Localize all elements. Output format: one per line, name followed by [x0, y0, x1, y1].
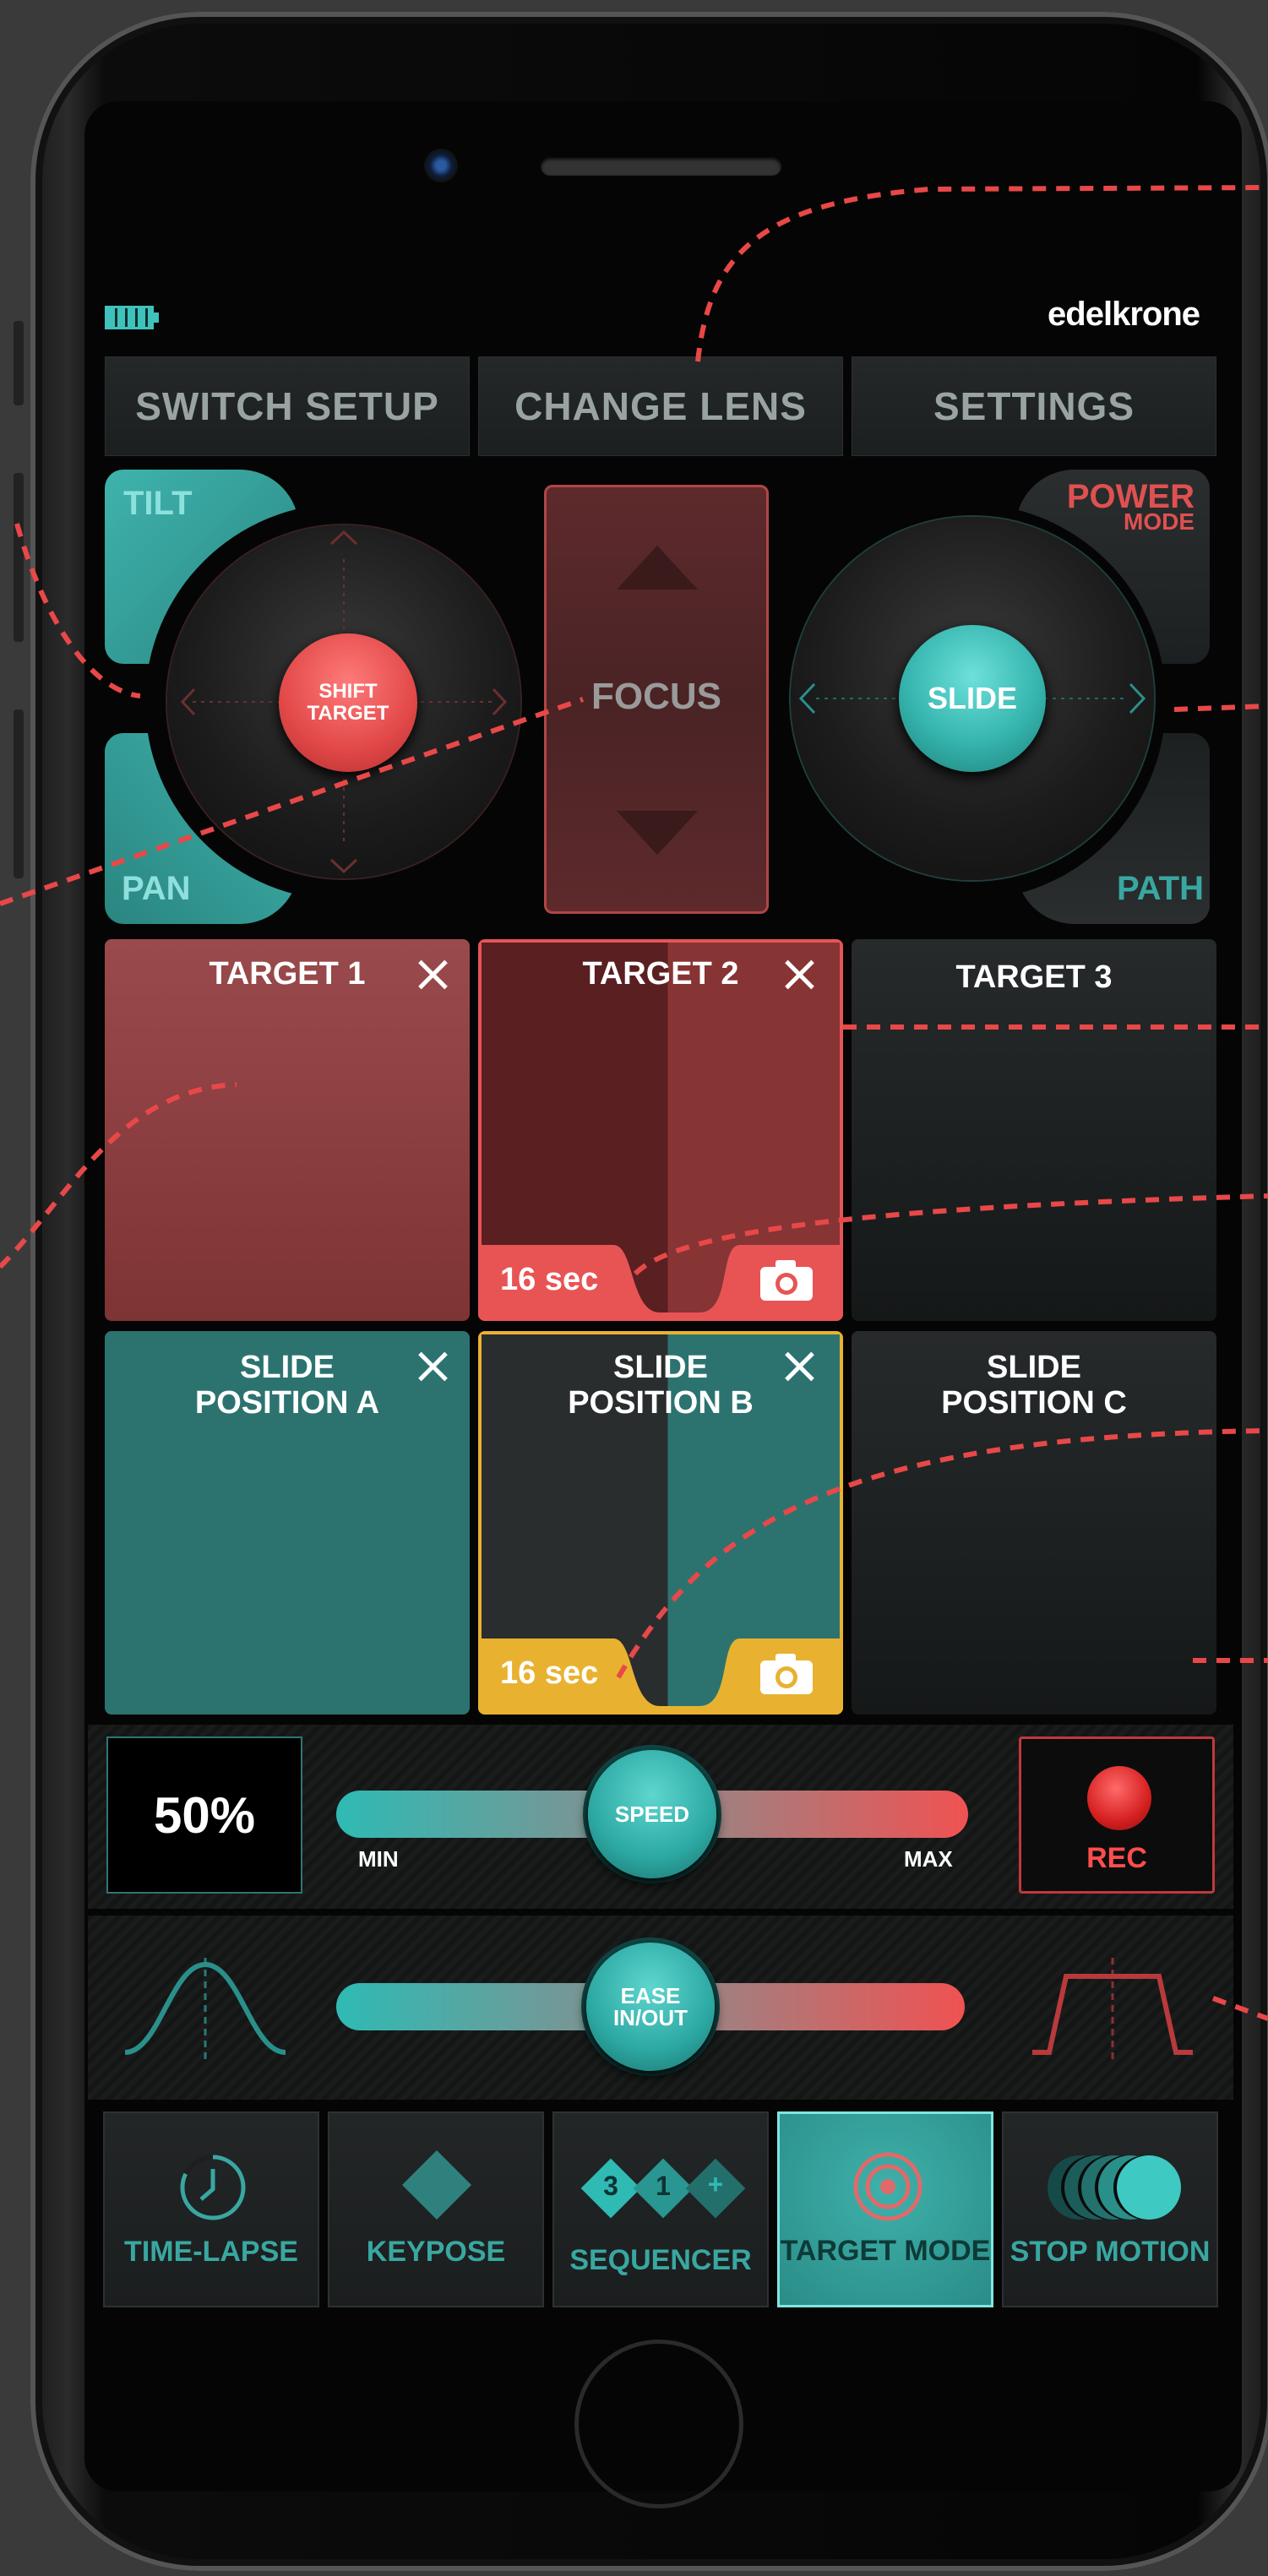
keypose-label: KEYPOSE: [366, 2236, 506, 2268]
slide-position-b-duration: 16 sec: [500, 1655, 599, 1691]
volume-up-button: [14, 473, 24, 642]
time-lapse-mode-button[interactable]: TIME-LAPSE: [103, 2111, 319, 2307]
clock-icon: [180, 2155, 246, 2220]
camera-icon[interactable]: [759, 1652, 814, 1696]
focus-label: FOCUS: [591, 676, 721, 717]
camera-icon[interactable]: [759, 1258, 814, 1302]
stop-motion-label: STOP MOTION: [1010, 2236, 1211, 2268]
mute-switch: [14, 321, 24, 405]
target-2-card[interactable]: TARGET 2 16 sec: [478, 939, 843, 1321]
ease-curve-icon: [125, 1958, 286, 2059]
speed-knob[interactable]: SPEED: [588, 1750, 716, 1878]
time-lapse-label: TIME-LAPSE: [124, 2236, 298, 2268]
front-camera-icon: [424, 149, 458, 182]
focus-down-icon[interactable]: [617, 811, 698, 855]
volume-down-button: [14, 709, 24, 878]
focus-up-icon[interactable]: [617, 546, 698, 590]
change-lens-button[interactable]: CHANGE LENS: [478, 356, 843, 456]
target-mode-label: TARGET MODE: [780, 2235, 991, 2267]
target-2-duration: 16 sec: [500, 1262, 599, 1297]
slide-position-a-card[interactable]: SLIDE POSITION A: [105, 1331, 470, 1715]
speed-value-box: 50%: [106, 1736, 302, 1894]
sequencer-step-3-label: 3: [603, 2171, 618, 2201]
slide-position-c-title: SLIDE POSITION C: [941, 1350, 1127, 1421]
earpiece-speaker: [541, 157, 781, 176]
ease-knob[interactable]: EASE IN/OUT: [586, 1943, 715, 2071]
target-3-card[interactable]: TARGET 3: [852, 939, 1216, 1321]
brand-logo: edelkrone: [1048, 296, 1200, 333]
target-1-card[interactable]: TARGET 1: [105, 939, 470, 1321]
switch-setup-button[interactable]: SWITCH SETUP: [105, 356, 470, 456]
target-3-title: TARGET 3: [955, 959, 1113, 995]
ease-knob-label: EASE IN/OUT: [612, 1983, 688, 2030]
record-button[interactable]: REC: [1019, 1736, 1215, 1894]
linear-curve-icon: [1032, 1958, 1193, 2059]
stop-motion-mode-button[interactable]: STOP MOTION: [1002, 2111, 1218, 2307]
speed-value-text: 50%: [153, 1786, 256, 1844]
speed-knob-label: SPEED: [614, 1801, 690, 1827]
sequencer-label: SEQUENCER: [569, 2244, 752, 2276]
home-button[interactable]: [574, 2340, 743, 2508]
record-dot-icon: [1087, 1766, 1151, 1830]
slide-position-c-card[interactable]: SLIDE POSITION C: [852, 1331, 1216, 1715]
record-label: REC: [1086, 1842, 1147, 1874]
speed-max-label: MAX: [904, 1846, 953, 1872]
sequencer-add-label: +: [707, 2169, 724, 2199]
sequencer-mode-button[interactable]: 3 1 + SEQUENCER: [552, 2111, 769, 2307]
shift-target-label: SHIFT TARGET: [307, 680, 389, 725]
slide-position-b-card[interactable]: SLIDE POSITION B 16 sec: [478, 1331, 843, 1715]
slide-button[interactable]: SLIDE: [899, 625, 1046, 772]
keypose-mode-button[interactable]: KEYPOSE: [328, 2111, 544, 2307]
diamond-icon: [401, 2149, 472, 2220]
battery-icon: [105, 306, 159, 329]
close-icon[interactable]: [414, 1348, 451, 1385]
tilt-label: TILT: [123, 485, 193, 522]
target-icon: [853, 2152, 922, 2221]
settings-button[interactable]: SETTINGS: [852, 356, 1216, 456]
sequencer-step-1-label: 1: [656, 2171, 671, 2201]
sequencer-icon: 3 1 +: [580, 2158, 748, 2219]
stop-motion-icon: [1048, 2155, 1183, 2220]
close-icon[interactable]: [414, 956, 451, 993]
target-mode-button[interactable]: TARGET MODE: [777, 2111, 993, 2307]
close-icon[interactable]: [781, 956, 818, 993]
shift-target-button[interactable]: SHIFT TARGET: [279, 633, 417, 772]
close-icon[interactable]: [781, 1348, 818, 1385]
slide-label: SLIDE: [927, 681, 1017, 715]
power-label: POWER: [1066, 478, 1195, 515]
speed-min-label: MIN: [358, 1846, 399, 1872]
